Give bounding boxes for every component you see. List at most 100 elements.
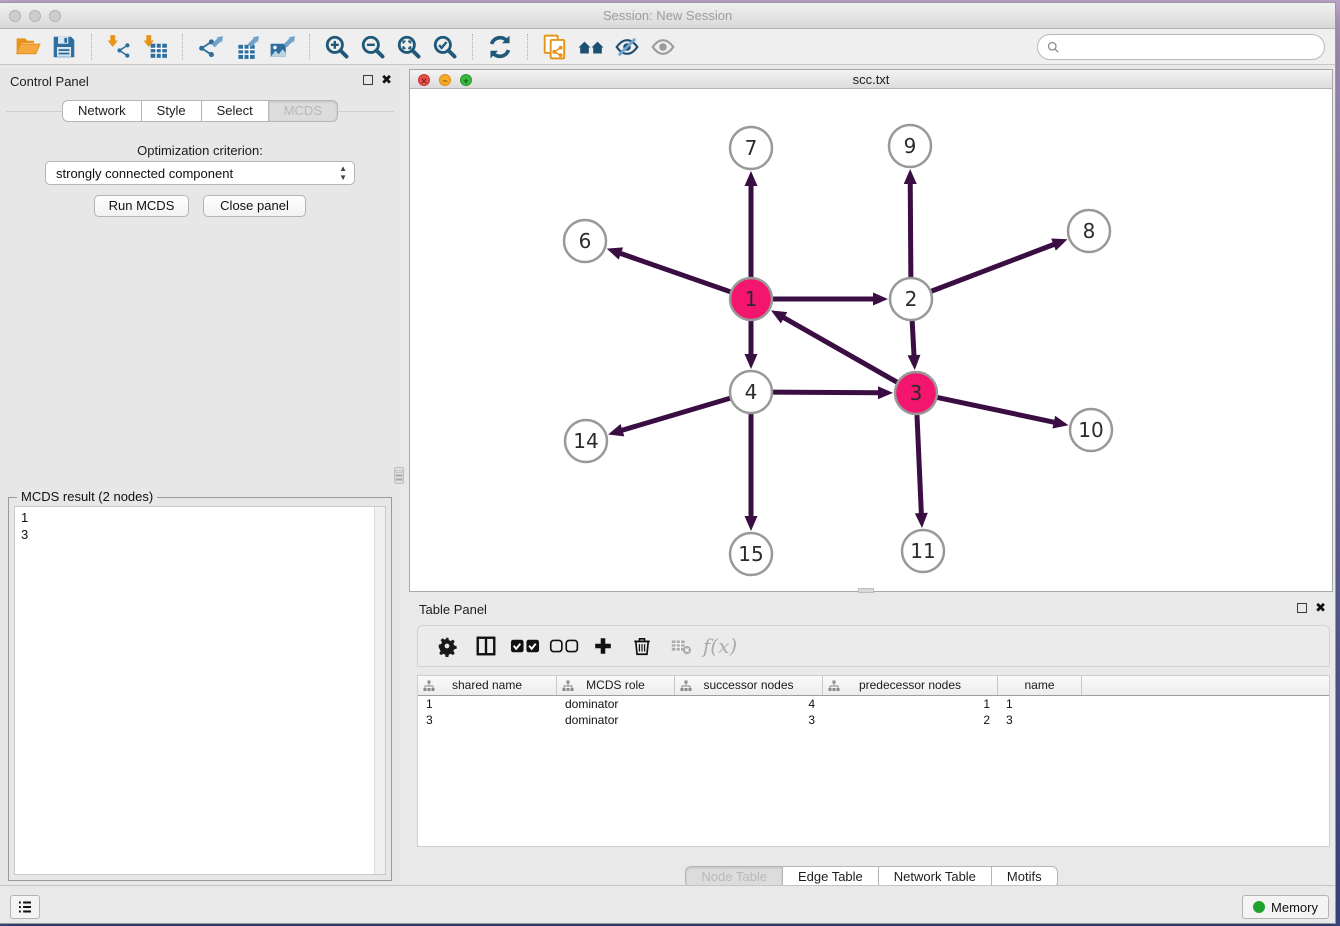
network-graph-canvas[interactable]: 7968124314101511 bbox=[410, 89, 1332, 591]
close-table-panel-icon[interactable]: ✖ bbox=[1315, 602, 1326, 614]
edge-2-3[interactable] bbox=[912, 320, 914, 358]
list-icon bbox=[16, 898, 34, 916]
save-session-button[interactable] bbox=[50, 33, 78, 61]
close-panel-button[interactable]: Close panel bbox=[203, 195, 306, 217]
edge-arrowhead bbox=[608, 424, 624, 436]
hide-graphics-details-button[interactable] bbox=[613, 33, 641, 61]
node-label-1: 1 bbox=[745, 287, 758, 311]
toggle-columns-button[interactable] bbox=[471, 631, 501, 661]
column-header-predecessor-nodes[interactable]: predecessor nodes bbox=[823, 676, 998, 695]
refresh-view-button[interactable] bbox=[486, 33, 514, 61]
result-scrollbar[interactable] bbox=[374, 507, 385, 874]
search-box[interactable] bbox=[1037, 34, 1325, 60]
run-mcds-button[interactable]: Run MCDS bbox=[94, 195, 189, 217]
status-bar: Memory bbox=[0, 885, 1335, 923]
table-panel-title: Table Panel bbox=[419, 602, 487, 617]
table-row[interactable]: 3dominator323 bbox=[418, 712, 1329, 728]
column-header-MCDS-role[interactable]: MCDS role bbox=[557, 676, 675, 695]
horizontal-splitter-grip[interactable] bbox=[858, 588, 874, 593]
cell-predecessor-nodes[interactable]: 1 bbox=[823, 696, 998, 712]
deselect-all-rows-button[interactable] bbox=[549, 631, 579, 661]
panel-splitter[interactable] bbox=[400, 69, 409, 885]
edge-arrowhead bbox=[1051, 238, 1067, 250]
cell-MCDS-role[interactable]: dominator bbox=[557, 696, 675, 712]
copy-network-icon bbox=[542, 34, 568, 60]
export-image-button[interactable] bbox=[268, 33, 296, 61]
add-column-button[interactable] bbox=[588, 631, 618, 661]
edge-4-3[interactable] bbox=[772, 392, 881, 393]
delete-column-icon bbox=[631, 635, 653, 657]
column-header-name[interactable]: name bbox=[998, 676, 1082, 695]
hierarchy-icon bbox=[680, 680, 692, 692]
export-network-button[interactable] bbox=[196, 33, 224, 61]
cell-name[interactable]: 3 bbox=[998, 712, 1082, 728]
memory-button[interactable]: Memory bbox=[1242, 895, 1329, 919]
open-session-button[interactable] bbox=[14, 33, 42, 61]
import-table-button[interactable] bbox=[141, 33, 169, 61]
tab-network[interactable]: Network bbox=[62, 100, 142, 122]
home-view-button[interactable] bbox=[577, 33, 605, 61]
select-all-rows-icon bbox=[510, 637, 540, 655]
memory-label: Memory bbox=[1271, 900, 1318, 915]
table-settings-button[interactable] bbox=[432, 631, 462, 661]
splitter-grip[interactable] bbox=[394, 467, 404, 484]
column-header-shared-name[interactable]: shared name bbox=[418, 676, 557, 695]
zoom-fit-button[interactable] bbox=[395, 33, 423, 61]
add-column-icon bbox=[592, 635, 614, 657]
edge-arrowhead bbox=[745, 516, 758, 531]
zoom-in-button[interactable] bbox=[323, 33, 351, 61]
node-label-14: 14 bbox=[573, 429, 598, 453]
tab-select[interactable]: Select bbox=[202, 100, 269, 122]
edge-2-8[interactable] bbox=[931, 243, 1057, 291]
table-toolbar: f(x) bbox=[417, 625, 1330, 667]
tab-style[interactable]: Style bbox=[142, 100, 202, 122]
column-label: successor nodes bbox=[703, 678, 793, 692]
edge-3-1[interactable] bbox=[781, 316, 897, 382]
task-history-button[interactable] bbox=[10, 895, 40, 919]
edge-3-10[interactable] bbox=[937, 397, 1057, 422]
zoom-out-button[interactable] bbox=[359, 33, 387, 61]
edge-arrowhead bbox=[878, 386, 893, 399]
cytoscape-app-window: Session: New Session Control Panel ✖ Net… bbox=[0, 2, 1336, 924]
cell-successor-nodes[interactable]: 4 bbox=[675, 696, 823, 712]
criterion-dropdown[interactable]: strongly connected component ▲▼ bbox=[45, 161, 355, 185]
delete-column-button[interactable] bbox=[627, 631, 657, 661]
edge-3-11[interactable] bbox=[917, 414, 922, 516]
table-row[interactable]: 1dominator411 bbox=[418, 696, 1329, 712]
copy-network-button[interactable] bbox=[541, 33, 569, 61]
criterion-value: strongly connected component bbox=[56, 166, 233, 181]
column-header-successor-nodes[interactable]: successor nodes bbox=[675, 676, 823, 695]
search-input[interactable] bbox=[1061, 37, 1324, 57]
result-line: 1 bbox=[21, 509, 385, 526]
edge-1-6[interactable] bbox=[618, 253, 731, 293]
close-panel-icon[interactable]: ✖ bbox=[381, 74, 392, 86]
edge-2-9[interactable] bbox=[910, 181, 911, 278]
cell-successor-nodes[interactable]: 3 bbox=[675, 712, 823, 728]
delete-table-button bbox=[666, 631, 696, 661]
deselect-all-rows-icon bbox=[549, 637, 579, 655]
cell-predecessor-nodes[interactable]: 2 bbox=[823, 712, 998, 728]
function-builder-icon: f(x) bbox=[703, 634, 737, 658]
optimization-criterion-label: Optimization criterion: bbox=[0, 143, 400, 158]
edge-arrowhead bbox=[915, 513, 928, 528]
edge-4-14[interactable] bbox=[620, 398, 731, 431]
app-titlebar: Session: New Session bbox=[0, 3, 1335, 29]
network-view-window: ✕ − + scc.txt 7968124314101511 bbox=[409, 69, 1333, 592]
tab-mcds[interactable]: MCDS bbox=[269, 100, 338, 122]
zoom-selected-button[interactable] bbox=[431, 33, 459, 61]
cell-shared-name[interactable]: 1 bbox=[418, 696, 557, 712]
table-settings-icon bbox=[436, 635, 458, 657]
table-panel-header: Table Panel ✖ bbox=[409, 597, 1334, 621]
export-table-button[interactable] bbox=[232, 33, 260, 61]
hide-graphics-details-icon bbox=[614, 34, 640, 60]
import-network-button[interactable] bbox=[105, 33, 133, 61]
float-table-panel-icon[interactable] bbox=[1297, 603, 1307, 613]
cell-name[interactable]: 1 bbox=[998, 696, 1082, 712]
home-view-icon bbox=[578, 34, 604, 60]
cell-shared-name[interactable]: 3 bbox=[418, 712, 557, 728]
float-panel-icon[interactable] bbox=[363, 75, 373, 85]
cell-MCDS-role[interactable]: dominator bbox=[557, 712, 675, 728]
select-all-rows-button[interactable] bbox=[510, 631, 540, 661]
edge-arrowhead bbox=[873, 293, 888, 306]
mcds-result-text[interactable]: 13 bbox=[14, 506, 386, 875]
